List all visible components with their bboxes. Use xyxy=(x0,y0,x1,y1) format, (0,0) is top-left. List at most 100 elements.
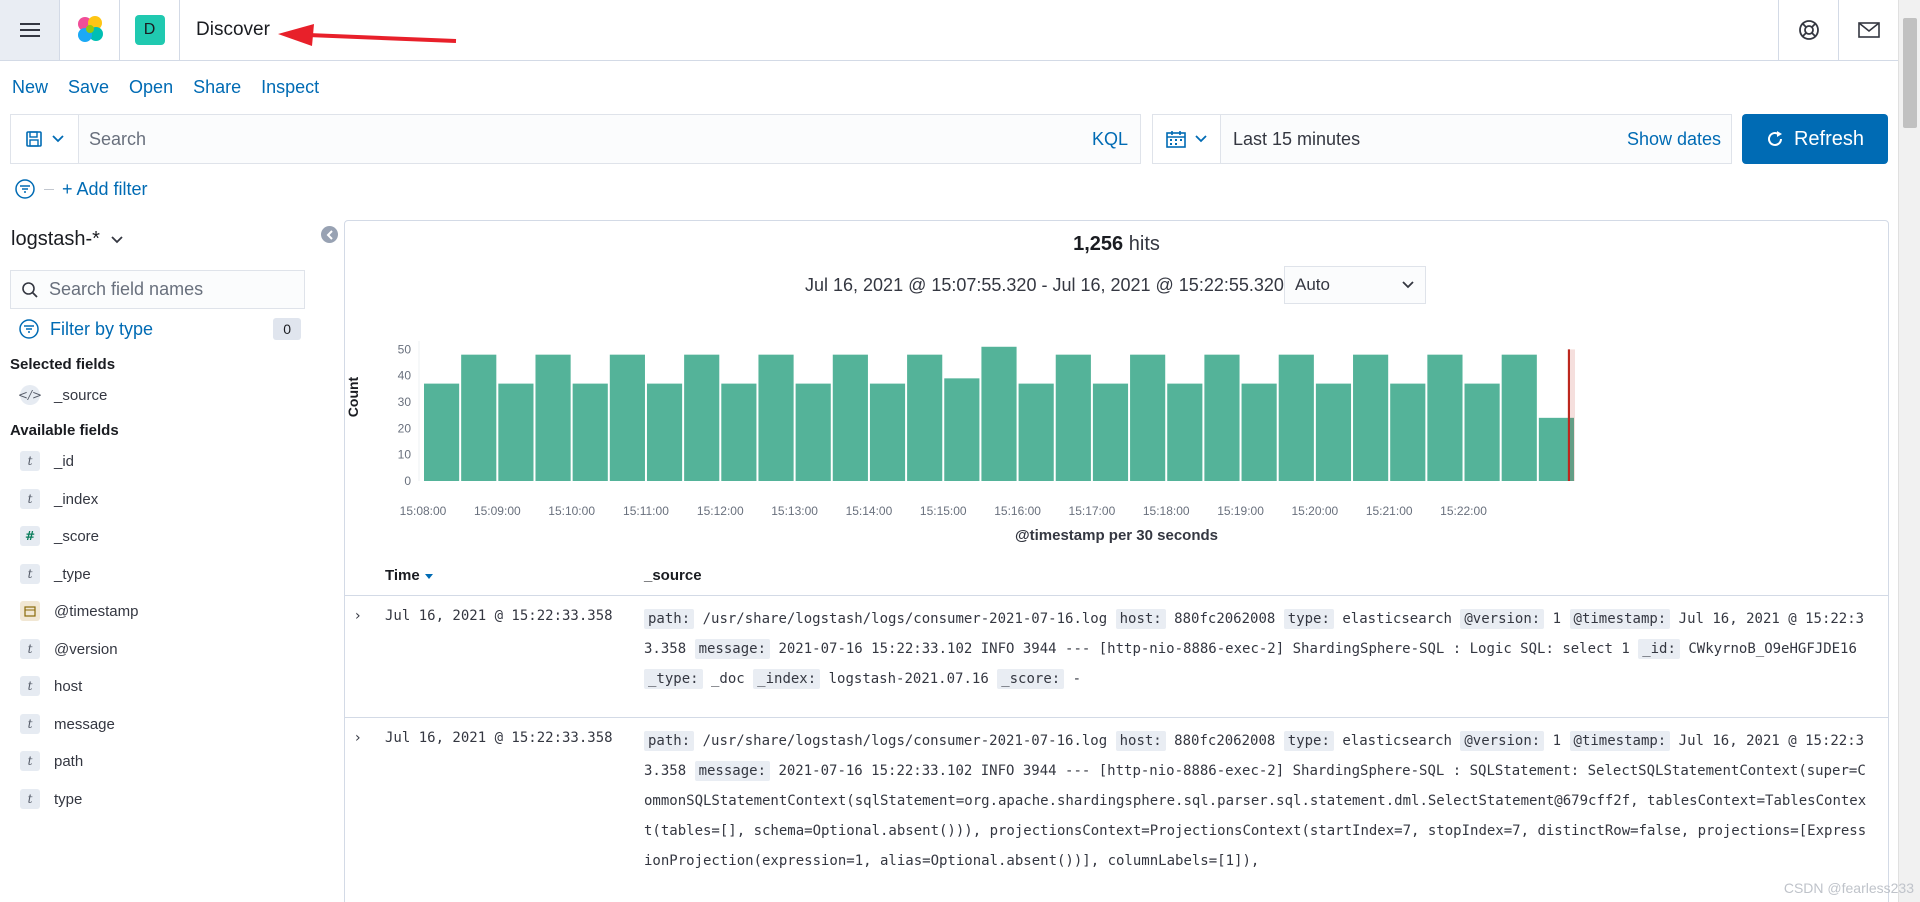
collapse-sidebar-button[interactable] xyxy=(321,226,338,243)
scrollbar-thumb[interactable] xyxy=(1903,18,1917,128)
field-search-input[interactable]: Search field names xyxy=(10,270,305,309)
source-field-value: 1 xyxy=(1544,733,1570,749)
field-item[interactable]: t _id xyxy=(20,451,74,471)
histogram-bar[interactable] xyxy=(981,346,1017,481)
source-field-key: _index: xyxy=(753,669,821,689)
filter-by-type-button[interactable]: Filter by type 0 xyxy=(18,318,301,340)
histogram-bar[interactable] xyxy=(461,354,497,481)
time-column-header[interactable]: Time xyxy=(385,567,434,584)
field-item[interactable]: t path xyxy=(20,751,83,771)
field-item[interactable]: t @version xyxy=(20,639,118,659)
histogram-bar[interactable] xyxy=(609,354,645,481)
x-tick-label: 15:19:00 xyxy=(1217,504,1264,518)
histogram-bar[interactable] xyxy=(1018,383,1054,481)
histogram-bar[interactable] xyxy=(572,383,608,481)
field-item[interactable]: t _index xyxy=(20,489,98,509)
histogram-bar[interactable] xyxy=(1055,354,1091,481)
histogram-bar[interactable] xyxy=(646,383,683,481)
date-picker: Last 15 minutes Show dates xyxy=(1152,114,1732,164)
histogram-bar[interactable] xyxy=(1315,383,1352,481)
histogram-bar[interactable] xyxy=(944,378,980,481)
field-item[interactable]: @timestamp xyxy=(20,601,138,621)
field-item[interactable]: </> _source xyxy=(18,385,107,405)
histogram-bar[interactable] xyxy=(1241,383,1277,481)
histogram-bar[interactable] xyxy=(498,383,534,481)
query-bar: Search KQL xyxy=(10,114,1141,164)
index-pattern-label: logstash-* xyxy=(11,228,100,250)
string-type-icon: t xyxy=(20,564,40,584)
histogram-bar[interactable] xyxy=(1353,354,1389,481)
field-item[interactable]: t message xyxy=(20,714,115,734)
histogram-bar[interactable] xyxy=(795,383,831,481)
histogram-bar[interactable] xyxy=(758,354,794,481)
histogram-bar[interactable] xyxy=(1204,354,1240,481)
source-field-key: @version: xyxy=(1460,609,1545,629)
field-search-placeholder: Search field names xyxy=(49,279,204,299)
results-panel: 1,256 hits Jul 16, 2021 @ 15:07:55.320 -… xyxy=(344,220,1889,902)
quick-menu-button[interactable] xyxy=(1153,115,1221,163)
histogram-chart[interactable]: 0 10 20 30 40 50 15:08:00 15:09:00 15:10:00 15:11… xyxy=(345,311,1890,526)
nav-new[interactable]: New xyxy=(12,77,48,98)
nav-open[interactable]: Open xyxy=(129,77,173,98)
histogram-bar[interactable] xyxy=(424,383,460,481)
help-button[interactable] xyxy=(1778,0,1838,60)
source-field-key: path: xyxy=(644,731,695,751)
field-item[interactable]: t host xyxy=(20,676,82,696)
histogram-bar[interactable] xyxy=(1390,383,1426,481)
divider xyxy=(44,188,54,190)
source-field-value: 880fc2062008 xyxy=(1165,611,1284,627)
search-input[interactable]: Search xyxy=(79,129,1092,150)
mail-icon xyxy=(1857,22,1880,38)
space-avatar: D xyxy=(134,15,165,45)
histogram-bar[interactable] xyxy=(684,354,720,481)
space-selector[interactable]: D xyxy=(120,0,180,60)
histogram-bar[interactable] xyxy=(1427,354,1463,481)
histogram-bar[interactable] xyxy=(1130,354,1166,481)
field-item[interactable]: t _type xyxy=(20,564,91,584)
expand-row-chevron-icon[interactable]: › xyxy=(355,730,361,746)
nav-inspect[interactable]: Inspect xyxy=(261,77,319,98)
interval-select[interactable]: Auto xyxy=(1284,266,1426,304)
add-filter-button[interactable]: + Add filter xyxy=(62,179,148,200)
menu-toggle-button[interactable] xyxy=(0,0,60,60)
interval-value: Auto xyxy=(1295,275,1330,294)
elastic-logo-icon xyxy=(77,16,103,42)
nav-share[interactable]: Share xyxy=(193,77,241,98)
nav-save[interactable]: Save xyxy=(68,77,109,98)
source-field-key: type: xyxy=(1283,609,1334,629)
query-language-toggle[interactable]: KQL xyxy=(1092,129,1140,150)
source-field-value: CWkyrnoB_O9eHGFJDE16 xyxy=(1679,641,1857,657)
available-fields-heading: Available fields xyxy=(10,422,119,439)
show-dates-button[interactable]: Show dates xyxy=(1627,129,1731,150)
histogram-bar[interactable] xyxy=(1167,383,1203,481)
histogram-bar[interactable] xyxy=(1464,383,1500,481)
histogram-bar[interactable] xyxy=(1501,354,1537,481)
save-disk-icon xyxy=(25,131,42,147)
expand-row-chevron-icon[interactable]: › xyxy=(355,608,361,624)
field-name: @version xyxy=(54,640,118,658)
histogram-bar[interactable] xyxy=(535,354,571,481)
newsfeed-button[interactable] xyxy=(1838,0,1898,60)
y-tick-label: 30 xyxy=(398,395,412,409)
source-field-value: 880fc2062008 xyxy=(1165,733,1284,749)
filter-options-icon[interactable] xyxy=(14,178,36,200)
results-time-range: Jul 16, 2021 @ 15:07:55.320 - Jul 16, 20… xyxy=(805,275,1284,295)
refresh-button[interactable]: Refresh xyxy=(1742,114,1888,164)
page-scrollbar[interactable] xyxy=(1898,0,1920,902)
x-tick-label: 15:10:00 xyxy=(548,504,595,518)
histogram-bar[interactable] xyxy=(1092,383,1129,481)
histogram-bar[interactable] xyxy=(869,383,906,481)
saved-query-button[interactable] xyxy=(11,115,79,163)
time-range-label[interactable]: Last 15 minutes xyxy=(1221,129,1627,150)
histogram-bar[interactable] xyxy=(832,354,868,481)
table-row: › Jul 16, 2021 @ 15:22:33.358 path: /usr… xyxy=(345,595,1888,717)
histogram-bar[interactable] xyxy=(1278,354,1314,481)
elastic-logo[interactable] xyxy=(60,0,120,60)
source-field-value: elasticsearch xyxy=(1333,733,1461,749)
histogram-bar[interactable] xyxy=(907,354,943,481)
source-field-value: 2021-07-16 15:22:33.102 INFO 3944 --- [h… xyxy=(770,641,1639,657)
field-item[interactable]: t type xyxy=(20,789,82,809)
index-pattern-selector[interactable]: logstash-* xyxy=(11,228,124,251)
histogram-bar[interactable] xyxy=(721,383,757,481)
field-item[interactable]: # _score xyxy=(20,526,99,546)
